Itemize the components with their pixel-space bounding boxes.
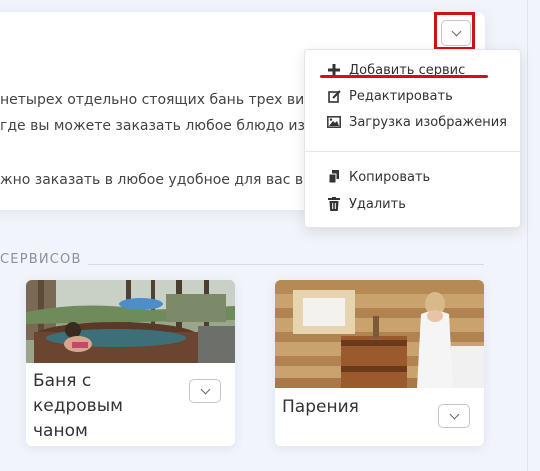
menu-item-copy[interactable]: Копировать — [305, 165, 520, 189]
service-options-button[interactable] — [189, 379, 221, 403]
menu-divider — [305, 151, 520, 152]
service-card-bath-cedar[interactable]: Баня с кедровым чаном — [26, 280, 235, 446]
edit-icon — [327, 89, 341, 103]
menu-item-edit[interactable]: Редактировать — [305, 84, 520, 108]
description-line-3: жно заказать в любое удобное для вас вр — [0, 172, 312, 188]
service-title: Парения — [282, 397, 359, 417]
service-title: Баня с кедровым чаном — [33, 371, 123, 441]
service-options-button[interactable] — [438, 404, 470, 428]
menu-item-label: Удалить — [349, 196, 406, 212]
trash-icon — [327, 197, 341, 211]
page-scrollbar[interactable] — [527, 0, 528, 471]
menu-item-label: Копировать — [349, 169, 431, 185]
service-image-hot-tub — [26, 280, 235, 363]
menu-item-delete[interactable]: Удалить — [305, 192, 520, 216]
menu-item-label: Загрузка изображения — [349, 114, 507, 130]
menu-item-upload-image[interactable]: Загрузка изображения — [305, 110, 520, 134]
chevron-down-icon — [449, 409, 459, 419]
section-divider — [88, 264, 484, 265]
image-icon — [327, 116, 341, 128]
menu-item-label: Редактировать — [349, 88, 453, 104]
dropdown-highlight-frame — [434, 12, 475, 50]
section-title: СЕРВИСОВ — [0, 252, 82, 267]
description-line-1: нетырех отдельно стоящих бань трех видо — [0, 92, 323, 108]
add-service-underline-mark — [320, 75, 488, 78]
description-line-2: где вы можете заказать любое блюдо из е — [0, 118, 319, 134]
service-image-sauna — [275, 280, 484, 388]
service-card-steaming[interactable]: Парения — [275, 280, 484, 446]
copy-icon — [327, 170, 341, 184]
menu-item-add-service[interactable]: Добавить сервис — [305, 58, 520, 82]
chevron-down-icon — [200, 384, 210, 394]
